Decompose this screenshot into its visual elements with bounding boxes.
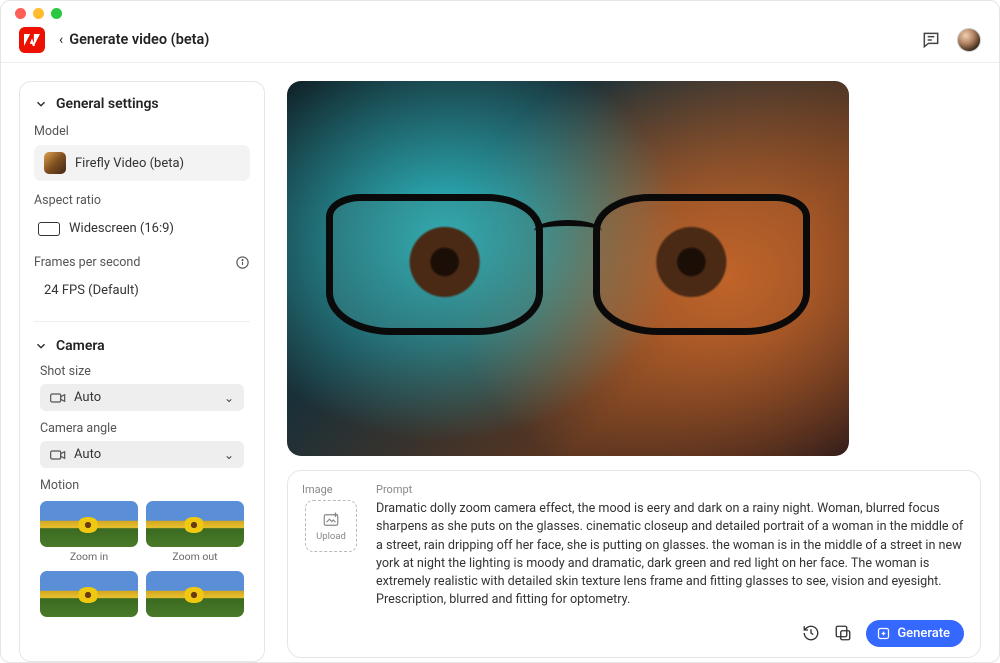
zoom-window-dot[interactable]: [51, 8, 62, 19]
motion-tile-zoom-out[interactable]: Zoom out: [146, 501, 244, 563]
motion-thumb: [40, 501, 138, 547]
model-thumb-icon: [44, 152, 66, 174]
settings-sidebar: General settings Model Firefly Video (be…: [19, 81, 265, 662]
prompt-textarea[interactable]: Dramatic dolly zoom camera effect, the m…: [376, 500, 964, 610]
info-icon[interactable]: [235, 255, 250, 270]
camera-icon: [50, 449, 66, 461]
motion-thumb: [146, 501, 244, 547]
generate-label: Generate: [897, 626, 950, 641]
model-value: Firefly Video (beta): [75, 156, 184, 171]
motion-thumb: [146, 571, 244, 617]
model-label: Model: [34, 124, 250, 139]
upload-image-button[interactable]: Upload: [305, 500, 357, 552]
back-button[interactable]: ‹: [59, 32, 63, 48]
user-avatar[interactable]: [957, 28, 981, 52]
chevron-down-icon: [34, 97, 48, 111]
chevron-down-icon: ⌄: [224, 391, 234, 405]
motion-caption: Zoom out: [172, 550, 217, 563]
motion-thumb: [40, 571, 138, 617]
camera-icon: [50, 392, 66, 404]
fps-value: 24 FPS (Default): [44, 283, 139, 298]
adobe-logo[interactable]: [19, 27, 45, 53]
chevron-down-icon: ⌄: [224, 448, 234, 462]
generate-icon: [876, 626, 891, 641]
general-settings-title: General settings: [56, 96, 159, 112]
camera-title: Camera: [56, 338, 105, 354]
camera-angle-label: Camera angle: [40, 421, 244, 436]
motion-tile-zoom-in[interactable]: Zoom in: [40, 501, 138, 563]
history-icon[interactable]: [802, 624, 820, 642]
shot-size-select[interactable]: Auto ⌄: [40, 384, 244, 411]
camera-angle-value: Auto: [74, 447, 101, 462]
camera-header[interactable]: Camera: [34, 338, 250, 354]
prompt-column-label: Prompt: [376, 483, 964, 496]
top-bar: ‹ Generate video (beta): [1, 23, 999, 63]
fps-label: Frames per second: [34, 255, 250, 270]
window-traffic-lights: [1, 1, 999, 13]
shot-size-value: Auto: [74, 390, 101, 405]
aspect-label: Aspect ratio: [34, 193, 250, 208]
motion-tile-3[interactable]: [40, 571, 138, 620]
camera-angle-select[interactable]: Auto ⌄: [40, 441, 244, 468]
generate-button[interactable]: Generate: [866, 620, 964, 647]
chevron-down-icon: [34, 339, 48, 353]
motion-label: Motion: [40, 478, 244, 493]
video-preview[interactable]: [287, 81, 849, 456]
minimize-window-dot[interactable]: [33, 8, 44, 19]
fps-select[interactable]: 24 FPS (Default): [34, 276, 250, 305]
aspect-value: Widescreen (16:9): [69, 221, 174, 236]
page-title: Generate video (beta): [69, 31, 209, 48]
motion-tile-4[interactable]: [146, 571, 244, 620]
motion-caption: Zoom in: [70, 550, 108, 563]
style-icon[interactable]: [834, 624, 852, 642]
shot-size-label: Shot size: [40, 364, 244, 379]
model-select[interactable]: Firefly Video (beta): [34, 145, 250, 181]
general-settings-header[interactable]: General settings: [34, 96, 250, 112]
upload-image-icon: [322, 511, 340, 529]
aspect-select[interactable]: Widescreen (16:9): [34, 214, 250, 243]
close-window-dot[interactable]: [15, 8, 26, 19]
motion-grid: Zoom in Zoom out: [40, 501, 244, 620]
comments-icon[interactable]: [921, 30, 941, 50]
upload-label: Upload: [316, 531, 346, 542]
widescreen-icon: [38, 222, 60, 236]
prompt-panel: Image Upload Prompt Dramatic dolly zoom …: [287, 470, 981, 658]
image-column-label: Image: [302, 483, 333, 496]
